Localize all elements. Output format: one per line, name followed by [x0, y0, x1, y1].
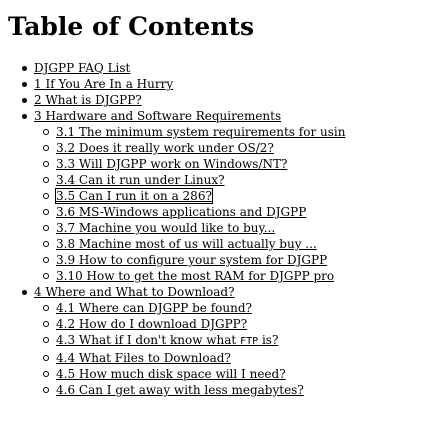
toc-link-3-2[interactable]: 3.2 Does it really work under OS/2?: [56, 141, 274, 155]
toc-link-3-8[interactable]: 3.8 Machine most of us will actually buy…: [56, 237, 317, 251]
toc-subitem: 3.9 How to configure your system for DJG…: [43, 252, 448, 268]
toc-link-section-2[interactable]: 2 What is DJGPP?: [34, 93, 142, 107]
toc-subitem: 3.5 Can I run it on a 286?: [43, 188, 448, 204]
toc-item: 4 Where and What to Download? 4.1 Where …: [22, 284, 448, 398]
toc-subitem: 4.5 How much disk space will I need?: [43, 366, 448, 382]
toc-subitem: 4.6 Can I get away with less megabytes?: [43, 382, 448, 398]
toc-subitem: 3.6 MS-Windows applications and DJGPP: [43, 204, 448, 220]
toc-link-3-5[interactable]: 3.5 Can I run it on a 286?: [55, 188, 213, 204]
toc-link-4-3-text-pre: 4.3 What if I don't know what: [56, 333, 241, 347]
toc-subitem: 3.1 The minimum system requirements for …: [43, 124, 448, 140]
toc-link-4-4[interactable]: 4.4 What Files to Download?: [56, 351, 231, 365]
toc-item: 1 If You Are In a Hurry: [22, 76, 448, 92]
toc-link-4-3[interactable]: 4.3 What if I don't know what FTP is?: [56, 333, 278, 347]
toc-link-section-1[interactable]: 1 If You Are In a Hurry: [34, 77, 173, 91]
toc-subitem: 3.2 Does it really work under OS/2?: [43, 140, 448, 156]
toc-subitem: 4.2 How do I download DJGPP?: [43, 316, 448, 332]
toc-sublist-section-4: 4.1 Where can DJGPP be found? 4.2 How do…: [34, 300, 448, 398]
toc-subitem: 4.1 Where can DJGPP be found?: [43, 300, 448, 316]
toc-sublist-section-3: 3.1 The minimum system requirements for …: [34, 124, 448, 284]
toc-link-3-1[interactable]: 3.1 The minimum system requirements for …: [56, 125, 345, 139]
toc-item: DJGPP FAQ List: [22, 60, 448, 76]
toc-subitem: 3.8 Machine most of us will actually buy…: [43, 236, 448, 252]
toc-item: 3 Hardware and Software Requirements 3.1…: [22, 108, 448, 284]
faq-page: Table of Contents DJGPP FAQ List 1 If Yo…: [0, 0, 448, 448]
toc-subitem: 3.3 Will DJGPP work on Windows/NT?: [43, 156, 448, 172]
toc-link-4-3-text-post: is?: [258, 333, 279, 347]
toc-link-4-2[interactable]: 4.2 How do I download DJGPP?: [56, 317, 247, 331]
toc-link-section-3[interactable]: 3 Hardware and Software Requirements: [34, 109, 281, 123]
toc-link-3-3[interactable]: 3.3 Will DJGPP work on Windows/NT?: [56, 157, 287, 171]
toc-link-3-10[interactable]: 3.10 How to get the most RAM for DJGPP p…: [56, 269, 334, 283]
toc-link-4-6[interactable]: 4.6 Can I get away with less megabytes?: [56, 383, 304, 397]
toc-link-3-7[interactable]: 3.7 Machine you would like to buy...: [56, 221, 275, 235]
toc-subitem: 4.4 What Files to Download?: [43, 350, 448, 366]
toc-link-section-4[interactable]: 4 Where and What to Download?: [34, 285, 235, 299]
toc-link-3-4[interactable]: 3.4 Can it run under Linux?: [56, 173, 225, 187]
toc-link-4-1[interactable]: 4.1 Where can DJGPP be found?: [56, 301, 252, 315]
toc-subitem: 3.10 How to get the most RAM for DJGPP p…: [43, 268, 448, 284]
toc-subitem: 4.3 What if I don't know what FTP is?: [43, 332, 448, 350]
toc-link-4-3-code: FTP: [240, 336, 259, 347]
toc-subitem: 3.4 Can it run under Linux?: [43, 172, 448, 188]
toc-link-3-9[interactable]: 3.9 How to configure your system for DJG…: [56, 253, 327, 267]
toc-link-3-6[interactable]: 3.6 MS-Windows applications and DJGPP: [56, 205, 306, 219]
toc-list: DJGPP FAQ List 1 If You Are In a Hurry 2…: [0, 60, 448, 398]
toc-link-4-5[interactable]: 4.5 How much disk space will I need?: [56, 367, 286, 381]
toc-item: 2 What is DJGPP?: [22, 92, 448, 108]
toc-link-djgpp-faq-list[interactable]: DJGPP FAQ List: [34, 61, 130, 75]
page-title: Table of Contents: [8, 12, 255, 41]
toc-subitem: 3.7 Machine you would like to buy...: [43, 220, 448, 236]
